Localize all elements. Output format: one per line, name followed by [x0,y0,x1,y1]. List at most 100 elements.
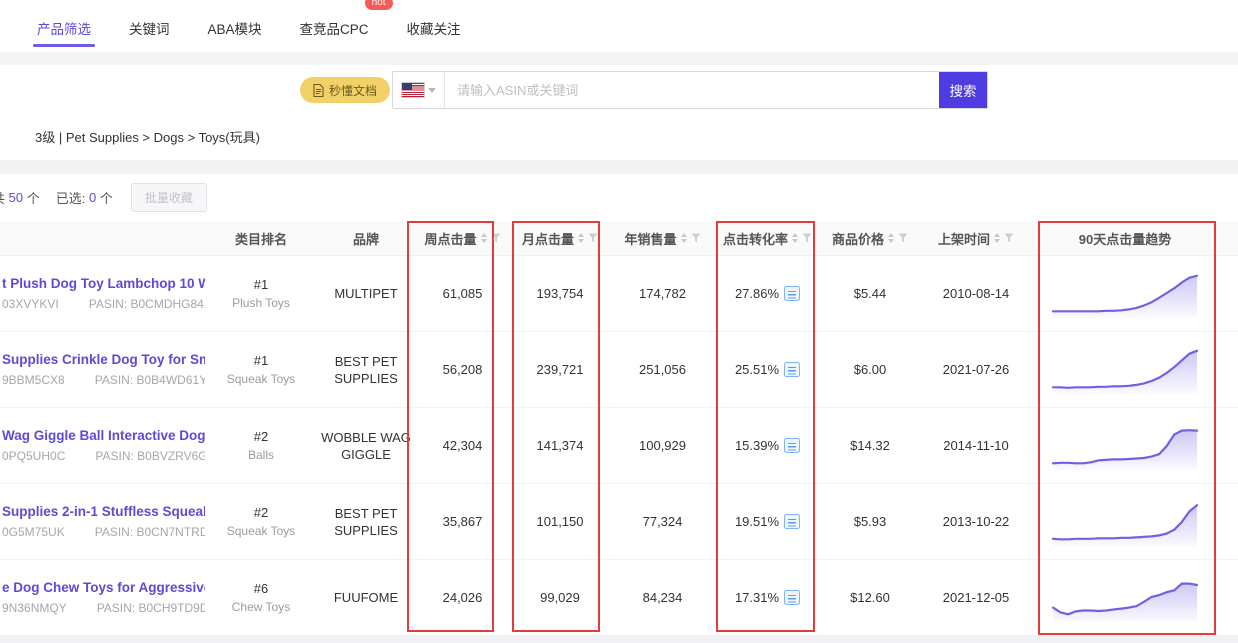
header-label: 90天点击量趋势 [1079,229,1171,248]
brand-name: BEST PET SUPPLIES [317,505,415,539]
header-label: 商品价格 [832,229,884,248]
selected-unit: 个 [100,188,113,207]
header-category-rank: 类目排名 [205,229,317,248]
search-bar: 搜索 [392,71,988,109]
filter-funnel-icon[interactable] [491,233,501,243]
tab-label: ABA模块 [208,22,262,37]
price-value: $6.00 [820,362,920,377]
header-price: 商品价格 [820,229,920,248]
sort-icon[interactable] [681,233,687,243]
pasin: PASIN: B0B4WD61Y6 [95,373,205,387]
brand-name: MULTIPET [334,285,397,302]
rank-category: Squeak Toys [227,372,296,386]
pasin: PASIN: B0CH9TD9DF [97,601,205,615]
tab-product-filter[interactable]: 产品筛选 [35,2,93,51]
conversion-detail-icon[interactable] [784,286,800,301]
pasin: PASIN: B0CN7NTRDC [95,525,205,539]
header-label: 类目排名 [235,229,287,248]
header-click-conversion: 点击转化率 [715,229,820,248]
tab-label: 产品筛选 [37,22,91,37]
top-tabbar: 产品筛选 关键词 ABA模块 查竞品CPC hot 收藏关注 [0,0,1238,52]
filter-funnel-icon[interactable] [588,233,598,243]
product-title-link[interactable]: Supplies Crinkle Dog Toy for Small M... [2,352,205,367]
product-asin-line: 9BBM5CX8 PASIN: B0B4WD61Y6 [2,373,205,387]
conversion-detail-icon[interactable] [784,362,800,377]
sort-icon[interactable] [578,233,584,243]
asin-fragment: 9BBM5CX8 [2,373,65,387]
page: 产品筛选 关键词 ABA模块 查竞品CPC hot 收藏关注 秒懂文档 搜索 3… [0,0,1238,643]
conversion-detail-icon[interactable] [784,590,800,605]
search-input[interactable] [445,72,939,108]
bottom-band [0,635,1238,643]
product-title-link[interactable]: Wag Giggle Ball Interactive Dog Toy ... [2,428,205,443]
tab-aba-module[interactable]: ABA模块 [206,2,264,51]
trend-sparkline [1050,419,1200,473]
year-sales-value: 174,782 [610,286,715,301]
year-sales-value: 251,056 [610,362,715,377]
asin-fragment: 0G5M75UK [2,525,65,539]
filter-funnel-icon[interactable] [802,233,812,243]
conversion-detail-icon[interactable] [784,514,800,529]
conversion-value: 25.51% [735,362,779,377]
price-value: $5.44 [820,286,920,301]
sort-icon[interactable] [888,233,894,243]
week-clicks-value: 61,085 [415,286,510,301]
product-title-link[interactable]: e Dog Chew Toys for Aggressive Chew... [2,580,205,595]
rank-category: Chew Toys [232,600,290,614]
asin-fragment: 9N36NMQY [2,601,67,615]
product-asin-line: 0PQ5UH0C PASIN: B0BVZRV6GK [2,449,205,463]
conversion-value: 15.39% [735,438,779,453]
week-clicks-value: 56,208 [415,362,510,377]
sort-icon[interactable] [481,233,487,243]
listed-date-value: 2010-08-14 [920,286,1032,301]
rank-number: #2 [254,505,268,520]
marketplace-select[interactable] [393,72,445,108]
doc-guide-button[interactable]: 秒懂文档 [300,77,390,103]
rank-number: #1 [254,353,268,368]
document-icon [313,84,324,97]
section-gap [0,52,1238,65]
sort-icon[interactable] [792,233,798,243]
month-clicks-value: 239,721 [510,362,610,377]
tab-keywords[interactable]: 关键词 [127,2,172,51]
table-row: Supplies 2-in-1 Stuffless Squeaky Do... … [0,484,1238,560]
price-value: $14.32 [820,438,920,453]
product-title-link[interactable]: Supplies 2-in-1 Stuffless Squeaky Do... [2,504,205,519]
conversion-detail-icon[interactable] [784,438,800,453]
trend-sparkline [1050,267,1200,321]
trend-sparkline [1050,495,1200,549]
header-brand: 品牌 [317,229,415,248]
product-asin-line: 03XVYKVI PASIN: B0CMDHG84X [2,297,205,311]
listed-date-value: 2014-11-10 [920,438,1032,453]
product-title-link[interactable]: t Plush Dog Toy Lambchop 10 White/T... [2,276,205,291]
section-divider [0,160,1238,174]
filter-funnel-icon[interactable] [691,233,701,243]
rank-category: Plush Toys [232,296,290,310]
listed-date-value: 2021-07-26 [920,362,1032,377]
search-button[interactable]: 搜索 [939,72,987,108]
brand-name: WOBBLE WAG GIGGLE [317,429,415,463]
brand-name: BEST PET SUPPLIES [317,353,415,387]
week-clicks-value: 24,026 [415,590,510,605]
header-listed-date: 上架时间 [920,229,1032,248]
product-table: 类目排名 品牌 周点击量 月点击量 年销售量 点击转化率 [0,221,1238,636]
header-month-clicks: 月点击量 [510,229,610,248]
header-label: 周点击量 [424,229,476,248]
total-count: 50 [9,190,23,205]
table-header-row: 类目排名 品牌 周点击量 月点击量 年销售量 点击转化率 [0,221,1238,256]
tab-competitor-cpc[interactable]: 查竞品CPC hot [298,2,371,51]
table-row: t Plush Dog Toy Lambchop 10 White/T... 0… [0,256,1238,332]
batch-favorite-button[interactable]: 批量收藏 [131,183,207,212]
sort-icon[interactable] [994,233,1000,243]
filter-funnel-icon[interactable] [1004,233,1014,243]
tab-favorites[interactable]: 收藏关注 [405,2,463,51]
year-sales-value: 77,324 [610,514,715,529]
tab-label: 收藏关注 [407,22,461,37]
filter-funnel-icon[interactable] [898,233,908,243]
year-sales-value: 84,234 [610,590,715,605]
asin-fragment: 0PQ5UH0C [2,449,65,463]
table-row: e Dog Chew Toys for Aggressive Chew... 9… [0,560,1238,636]
conversion-value: 17.31% [735,590,779,605]
price-value: $5.93 [820,514,920,529]
rank-category: Balls [248,448,274,462]
